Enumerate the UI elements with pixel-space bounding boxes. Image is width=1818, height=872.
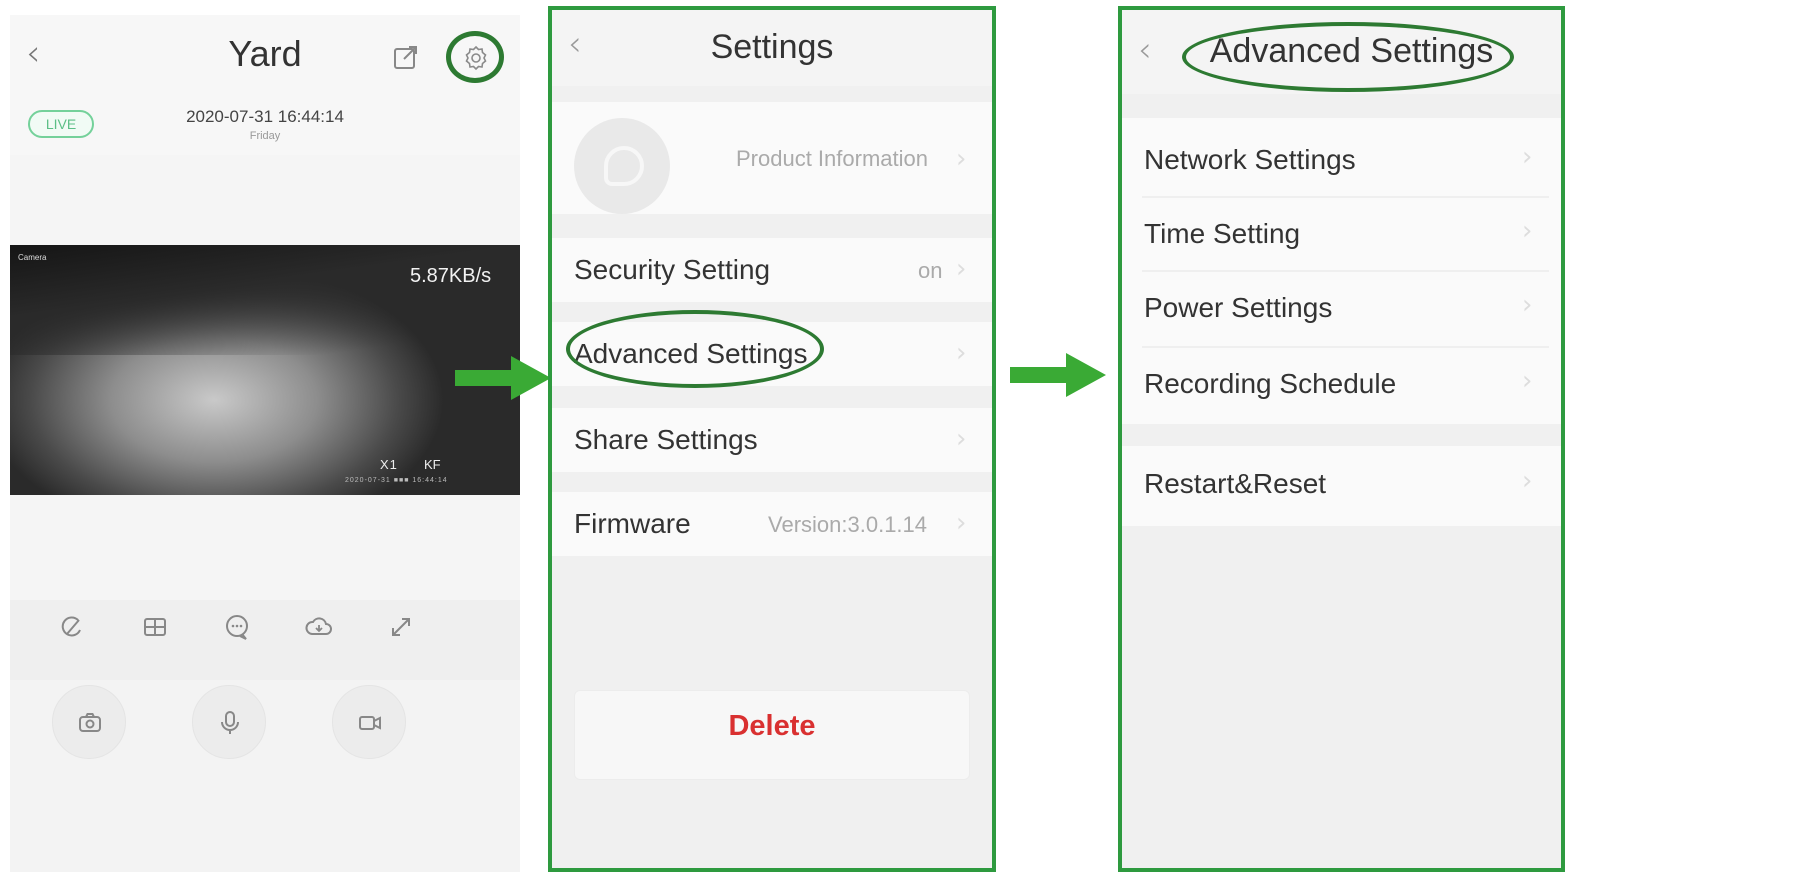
security-status: on — [918, 258, 943, 283]
chat-icon[interactable] — [222, 612, 252, 642]
power-settings-row[interactable]: Power Settings › — [1122, 272, 1561, 346]
firmware-row[interactable]: Firmware Version:3.0.1.14 › — [552, 492, 992, 556]
page-title: Settings — [710, 28, 834, 66]
camera-title: Yard — [228, 33, 302, 74]
chevron-right-icon: › — [1522, 366, 1533, 396]
network-settings-row[interactable]: Network Settings › — [1122, 124, 1561, 196]
chevron-right-icon: › — [1522, 290, 1533, 320]
arrow-right-icon — [1010, 353, 1106, 397]
device-avatar — [574, 118, 670, 214]
live-view-screen: ‹ Yard LIVE 2020-07-31 16:44:14 Friday C… — [10, 15, 520, 872]
video-shadow — [10, 245, 520, 355]
microphone-icon — [221, 711, 239, 734]
row-label: Restart&Reset — [1144, 468, 1327, 499]
live-video-feed[interactable]: Camera 5.87KB/s X1 KF 2020-07-31 ■■■ 16:… — [10, 245, 520, 495]
row-label: Recording Schedule — [1144, 368, 1397, 399]
device-logo — [604, 146, 644, 186]
grid-icon[interactable] — [140, 612, 170, 642]
arrow-right-icon — [455, 356, 551, 400]
date-time: 2020-07-31 16:44:14 — [186, 107, 344, 126]
keyframe-indicator: KF — [424, 457, 441, 472]
video-timestamp: 2020-07-31 ■■■ 16:44:14 — [345, 477, 448, 484]
row-label: Power Settings — [1144, 292, 1333, 323]
camera-icon — [79, 713, 101, 732]
product-info-label: Product Information — [736, 146, 928, 171]
zoom-level: X1 — [380, 457, 398, 472]
chevron-right-icon: › — [1522, 142, 1533, 172]
rotate-icon[interactable] — [58, 612, 88, 642]
video-record-icon — [359, 716, 381, 730]
bitrate-readout: 5.87KB/s — [410, 265, 492, 287]
recording-schedule-row[interactable]: Recording Schedule › — [1122, 348, 1561, 422]
advanced-settings-highlight — [566, 310, 824, 388]
firmware-version: Version:3.0.1.14 — [768, 512, 928, 537]
fullscreen-icon[interactable] — [386, 612, 416, 642]
share-icon[interactable] — [392, 43, 420, 71]
cloud-icon[interactable] — [304, 612, 334, 642]
gear-icon[interactable] — [462, 44, 490, 72]
product-info-row[interactable]: Product Information › — [552, 102, 992, 214]
chevron-right-icon: › — [956, 144, 967, 174]
delete-label: Delete — [728, 710, 816, 742]
title-highlight — [1182, 22, 1514, 92]
row-label: Firmware — [574, 508, 691, 539]
restart-reset-row[interactable]: Restart&Reset › — [1122, 446, 1561, 526]
chevron-right-icon: › — [956, 424, 967, 454]
chevron-right-icon: › — [1522, 216, 1533, 246]
advanced-settings-screen: ‹ Advanced Settings Network Settings › T… — [1118, 6, 1565, 872]
row-label: Security Setting — [574, 254, 771, 285]
row-label: Time Setting — [1144, 218, 1301, 249]
day-of-week: Friday — [249, 130, 281, 142]
settings-screen: ‹ Settings Product Information › Securit… — [548, 6, 996, 872]
chevron-right-icon: › — [1522, 466, 1533, 496]
record-button[interactable] — [332, 685, 406, 759]
snapshot-button[interactable] — [52, 685, 126, 759]
security-setting-row[interactable]: Security Setting on › — [552, 238, 992, 302]
share-settings-row[interactable]: Share Settings › — [552, 408, 992, 472]
row-label: Share Settings — [574, 424, 758, 455]
chevron-right-icon: › — [956, 508, 967, 538]
row-label: Network Settings — [1144, 144, 1356, 175]
chevron-right-icon: › — [956, 338, 967, 368]
time-setting-row[interactable]: Time Setting › — [1122, 198, 1561, 270]
talk-button[interactable] — [192, 685, 266, 759]
chevron-right-icon: › — [956, 254, 967, 284]
camera-label: Camera — [18, 253, 47, 262]
